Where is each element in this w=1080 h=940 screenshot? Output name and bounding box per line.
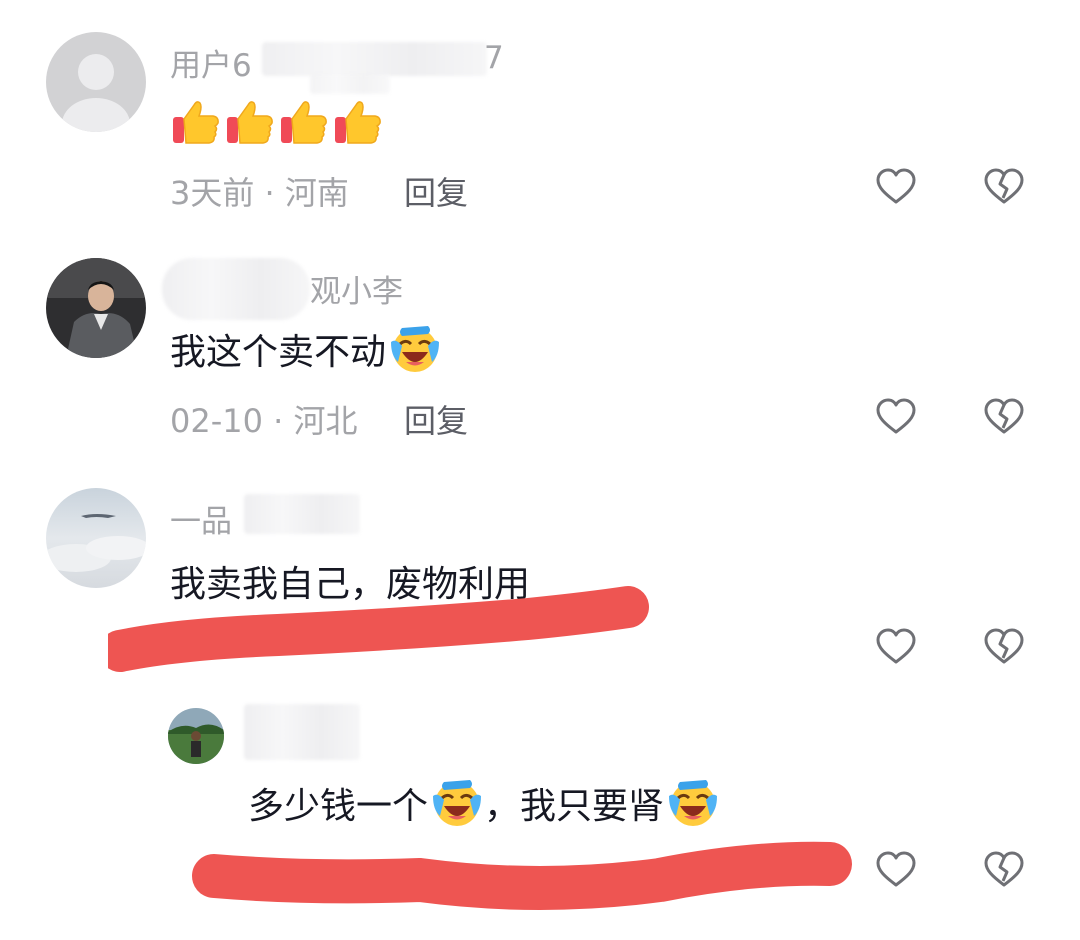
- comment-content: 我这个卖不动: [170, 322, 442, 376]
- dislike-button[interactable]: [982, 625, 1026, 669]
- dislike-button[interactable]: [982, 395, 1026, 439]
- broken-heart-icon: [984, 168, 1024, 204]
- reply-content: 多少钱一个 ，我只要肾: [248, 776, 720, 830]
- avatar[interactable]: [46, 32, 146, 132]
- thumbs-up-icon: [224, 95, 276, 147]
- comment-username[interactable]: 一品: [170, 496, 232, 541]
- comment-item: 观小李 我这个卖不动 02-10 · 河北 回复: [0, 230, 1080, 460]
- crying-laughing-face-icon: [388, 322, 442, 376]
- comment-username[interactable]: 观小李: [310, 266, 403, 311]
- like-button[interactable]: [874, 625, 918, 669]
- redacted-username: [310, 74, 390, 94]
- avatar[interactable]: [46, 488, 146, 588]
- reply-item: 多少钱一个 ，我只要肾: [0, 690, 1080, 940]
- reply-button[interactable]: 回复: [404, 396, 468, 442]
- dislike-button[interactable]: [982, 165, 1026, 209]
- redacted-username: [162, 258, 310, 320]
- reply-text-part: ，我只要肾: [484, 786, 665, 827]
- redacted-username: [262, 42, 487, 76]
- reply-text-part: 多少钱一个: [248, 786, 429, 827]
- dislike-button[interactable]: [982, 848, 1026, 892]
- reply-button[interactable]: 回复: [404, 168, 468, 214]
- comment-text: 我这个卖不动: [170, 332, 387, 373]
- thumbs-up-icon: [278, 95, 330, 147]
- comment-username[interactable]: 用户6: [170, 40, 252, 85]
- like-button[interactable]: [874, 848, 918, 892]
- avatar[interactable]: [168, 708, 224, 764]
- comment-meta: 3天前 · 河南: [170, 174, 349, 212]
- redaction-scribble: [192, 841, 852, 910]
- heart-outline-icon: [876, 398, 916, 434]
- avatar[interactable]: [46, 258, 146, 358]
- comment-meta: 02-10 · 河北: [170, 402, 358, 440]
- redaction-scribble: [108, 586, 649, 672]
- comment-content: [170, 94, 384, 148]
- crying-laughing-face-icon: [666, 776, 720, 830]
- broken-heart-icon: [984, 628, 1024, 664]
- broken-heart-icon: [984, 398, 1024, 434]
- redacted-username: [244, 704, 360, 760]
- broken-heart-icon: [984, 851, 1024, 887]
- comment-username-tail: 7: [484, 40, 504, 76]
- like-button[interactable]: [874, 165, 918, 209]
- thumbs-up-icon: [170, 95, 222, 147]
- comment-item: 用户6 7 3天前 · 河南 回复: [0, 0, 1080, 230]
- like-button[interactable]: [874, 395, 918, 439]
- heart-outline-icon: [876, 168, 916, 204]
- crying-laughing-face-icon: [430, 776, 484, 830]
- redacted-username: [244, 494, 360, 534]
- comment-item: 一品 我卖我自己，废物利用: [0, 460, 1080, 690]
- thumbs-up-icon: [332, 95, 384, 147]
- heart-outline-icon: [876, 851, 916, 887]
- heart-outline-icon: [876, 628, 916, 664]
